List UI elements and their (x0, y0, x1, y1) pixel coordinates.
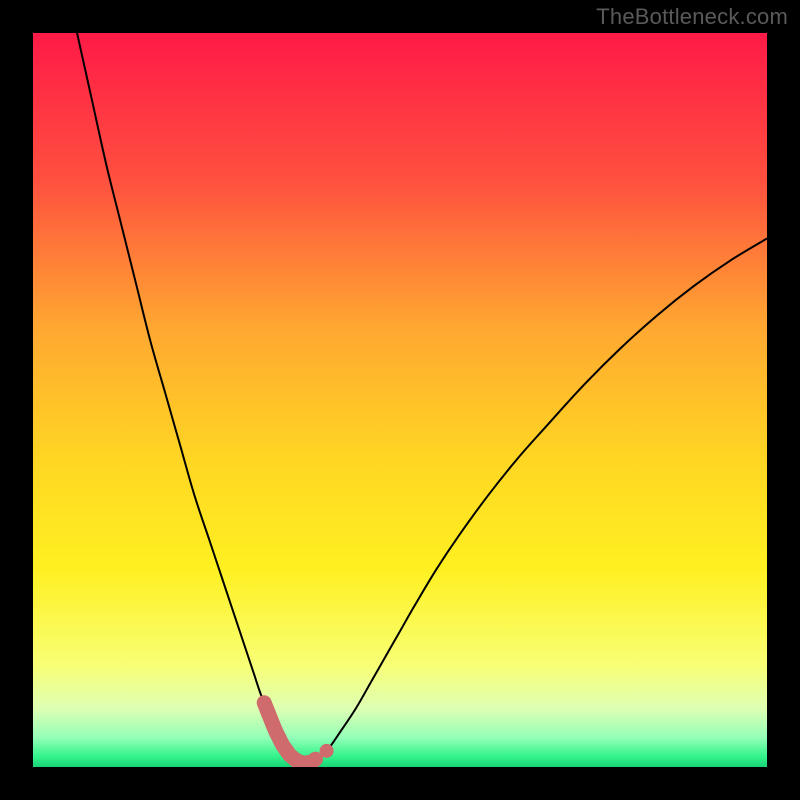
marker-point-icon (320, 744, 334, 758)
curve-svg (33, 33, 767, 767)
bottleneck-curve-line (77, 33, 767, 764)
plot-area (33, 33, 767, 767)
optimal-range-marker (264, 703, 315, 763)
chart-frame: TheBottleneck.com (0, 0, 800, 800)
watermark-text: TheBottleneck.com (596, 4, 788, 30)
